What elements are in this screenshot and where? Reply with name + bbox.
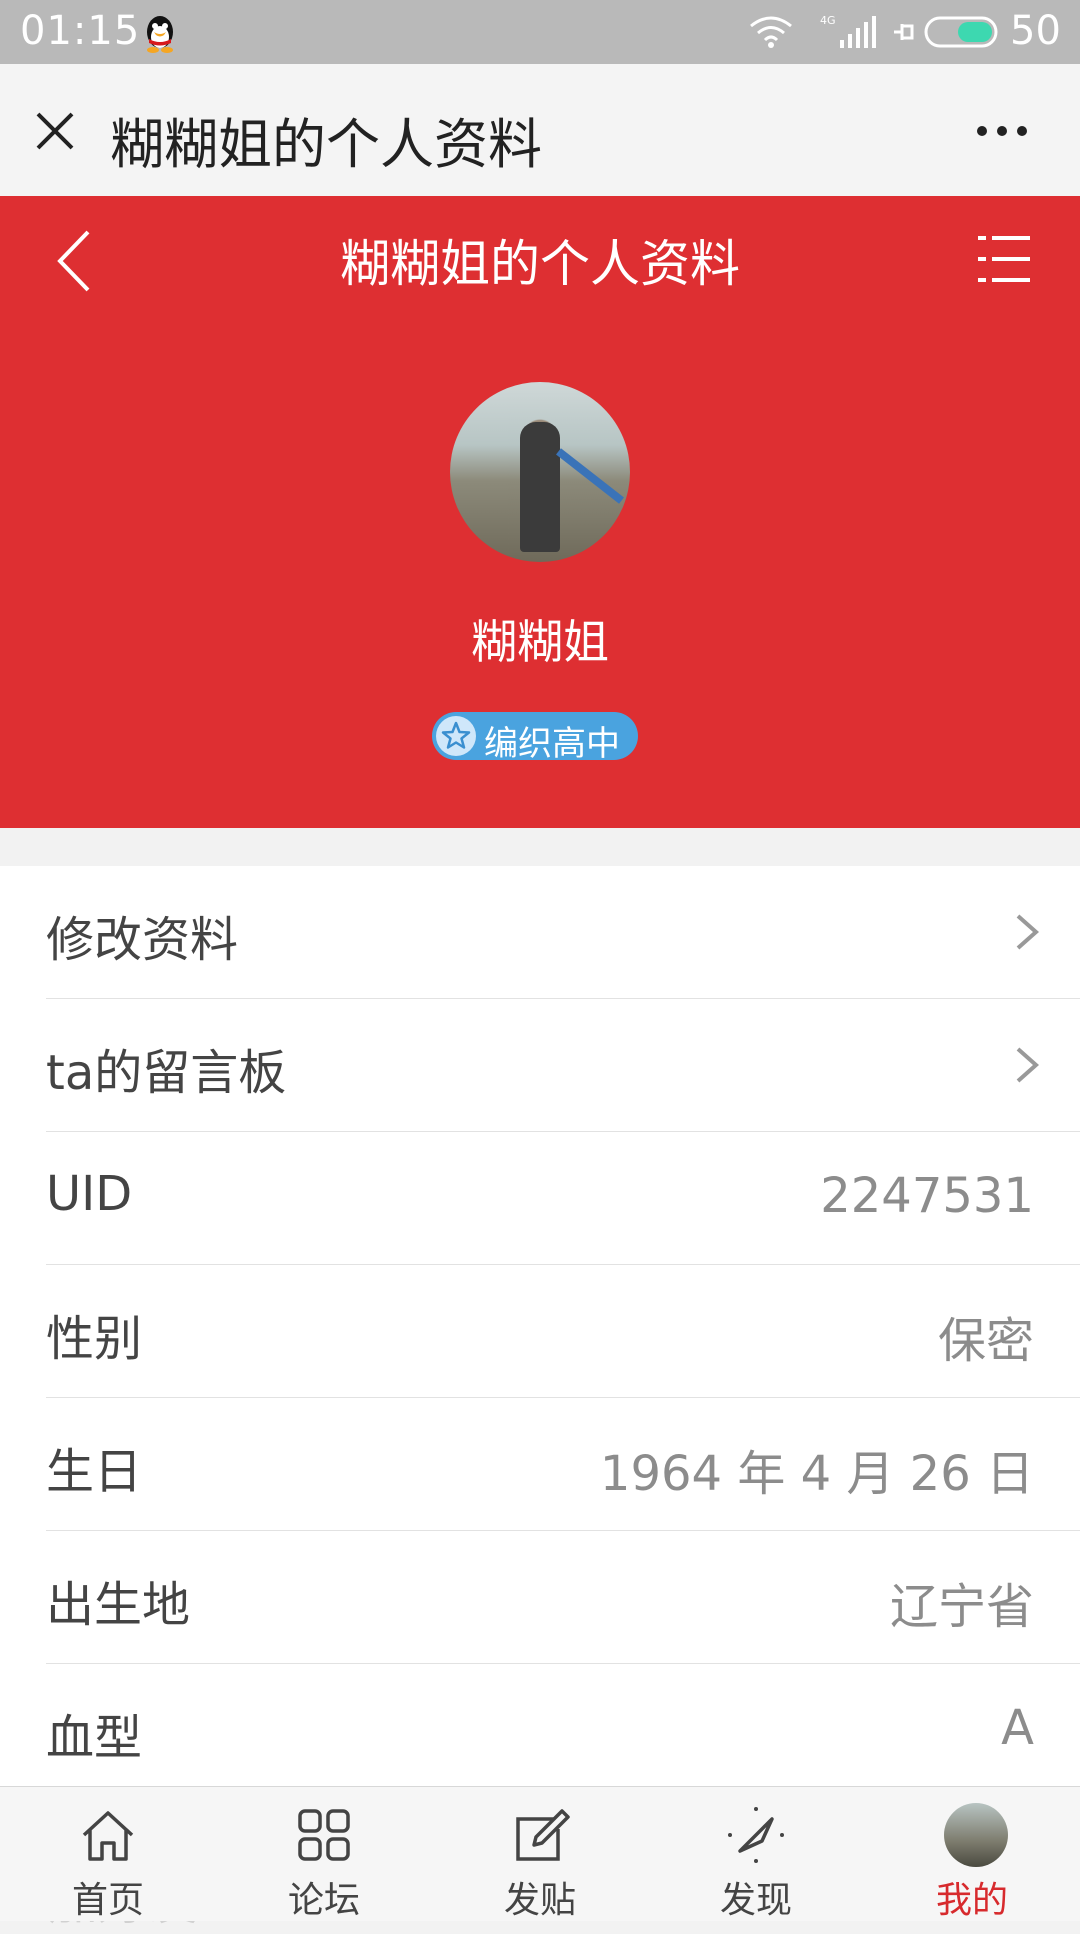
uid-value: 2247531 [820,1168,1034,1224]
tab-label: 发贴 [503,1880,576,1921]
wifi-icon [750,16,792,48]
profile-header: 糊糊姐的个人资料 糊糊姐 编织高中 [0,196,1080,828]
uid-row: UID 2247531 [46,1132,1080,1265]
edit-profile-row[interactable]: 修改资料 [46,866,1080,999]
blood-type-value: A [1001,1700,1034,1756]
gender-row: 性别 保密 [46,1265,1080,1398]
compass-icon [728,1807,784,1863]
row-label: UID [46,1166,133,1222]
birthday-value: 1964 年 4 月 26 日 [599,1446,1034,1502]
avatar[interactable] [450,382,630,562]
chevron-right-icon [1016,1047,1040,1083]
gender-value: 保密 [937,1313,1034,1369]
status-time: 01:15 [20,8,141,54]
birthday-row: 生日 1964 年 4 月 26 日 [46,1398,1080,1531]
level-badge: 编织高中 [432,712,638,764]
avatar-figure [520,422,560,552]
tab-post[interactable]: 发贴 [432,1787,648,1921]
message-board-row[interactable]: ta的留言板 [46,999,1080,1132]
row-label: 血型 [46,1710,143,1766]
webview-title-bar: 糊糊姐的个人资料 [0,64,1080,197]
tab-home[interactable]: 首页 [0,1787,216,1921]
close-icon[interactable] [30,106,80,156]
page-title: 糊糊姐的个人资料 [340,235,740,293]
bottom-tab-bar: 首页 论坛 发贴 发现 我的 [0,1786,1080,1921]
row-label: 性别 [46,1311,143,1367]
tab-discover[interactable]: 发现 [648,1787,864,1921]
battery-level: 50 [1010,8,1061,54]
birthplace-row: 出生地 辽宁省 [46,1531,1080,1664]
tab-forum[interactable]: 论坛 [216,1787,432,1921]
home-icon [82,1811,134,1861]
badge-label: 编织高中 [484,724,620,764]
cellular-signal-icon: 4G [820,14,876,48]
webview-title: 糊糊姐的个人资料 [110,113,542,176]
status-bar: 01:15 4G 50 [0,0,1080,64]
username: 糊糊姐 [471,615,609,669]
qq-penguin-icon [147,16,173,53]
tab-label: 论坛 [287,1880,360,1921]
blood-type-row: 血型 A [46,1664,1080,1796]
row-label: ta的留言板 [46,1045,287,1101]
profile-info-list: 修改资料 ta的留言板 UID 2247531 性别 保密 生日 1964 年 … [0,866,1080,1796]
battery-charging-icon [894,16,998,48]
tab-label: 首页 [71,1880,144,1921]
edit-icon [516,1809,570,1861]
avatar-railing [556,448,624,504]
row-label: 修改资料 [46,912,239,968]
grid-icon [298,1809,350,1861]
row-label: 出生地 [46,1577,191,1633]
row-label: 生日 [46,1444,143,1500]
star-icon [436,716,476,756]
tab-label: 我的 [935,1880,1008,1921]
tab-mine[interactable]: 我的 [864,1787,1080,1921]
tab-label: 发现 [719,1880,792,1921]
more-icon[interactable] [974,122,1030,140]
birthplace-value: 辽宁省 [889,1579,1034,1635]
chevron-right-icon [1016,914,1040,950]
list-menu-icon[interactable] [976,232,1032,286]
network-type: 4G [820,14,836,27]
avatar [944,1803,1008,1867]
